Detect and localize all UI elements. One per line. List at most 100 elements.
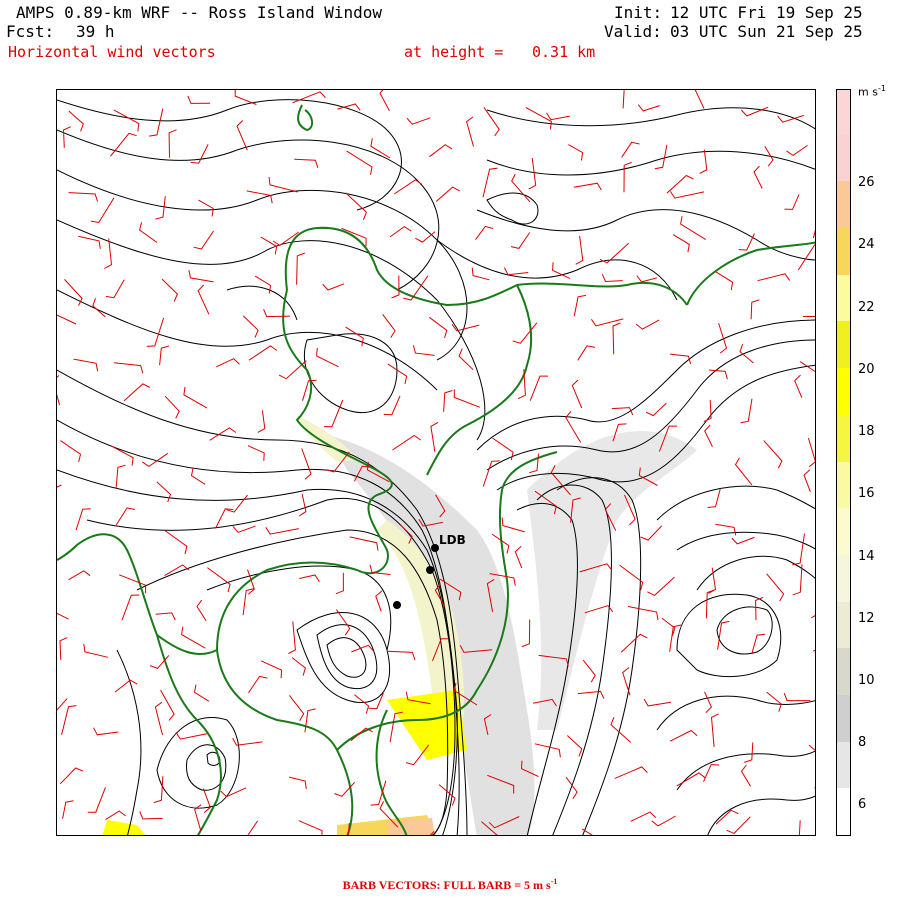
wind-barb — [188, 269, 214, 283]
wind-barb — [335, 609, 351, 636]
wind-barb — [294, 158, 319, 168]
wind-barb — [794, 374, 803, 398]
wind-barb — [187, 95, 211, 104]
wind-barb — [155, 612, 176, 621]
wind-barb — [704, 691, 712, 714]
colorbar-segment — [837, 461, 850, 509]
wind-barb — [164, 564, 190, 577]
wind-barb — [288, 621, 296, 655]
wind-barb — [196, 599, 207, 622]
wind-barb — [60, 440, 82, 463]
wind-barb — [738, 233, 755, 251]
wind-barb — [345, 192, 367, 220]
wind-barb — [382, 313, 396, 338]
wind-barb — [299, 574, 320, 582]
wind-barb — [482, 167, 498, 198]
wind-barb — [78, 235, 101, 249]
wind-barb — [807, 437, 815, 467]
wind-barb — [350, 727, 374, 742]
wind-barb — [601, 273, 623, 283]
wind-barb — [637, 104, 660, 112]
wind-barb — [577, 690, 605, 699]
wind-barb — [740, 764, 751, 787]
wind-barb — [784, 194, 800, 210]
wind-barb — [316, 347, 339, 368]
barb-legend: BARB VECTORS: FULL BARB = 5 m s-1 — [342, 877, 558, 892]
wind-barb — [149, 108, 164, 137]
wind-barb — [623, 161, 632, 193]
wind-barb — [797, 244, 815, 271]
wind-barb — [260, 660, 283, 679]
wind-barb — [105, 810, 126, 821]
station-marker-ldb[interactable] — [431, 544, 439, 552]
colorbar-tick-label: 8 — [858, 735, 867, 750]
wind-barb — [705, 589, 715, 619]
station-label-ldb: LDB — [439, 533, 466, 547]
wind-barb — [242, 315, 259, 338]
colorbar-segment — [837, 601, 850, 649]
colorbar-tick-label: 6 — [858, 797, 867, 812]
wind-barb — [694, 90, 705, 109]
wind-barb — [529, 453, 539, 474]
wind-barb — [808, 744, 815, 751]
wind-barb — [59, 637, 68, 660]
wind-barb — [193, 230, 215, 250]
wind-barb — [289, 695, 305, 721]
wind-barb — [278, 360, 307, 380]
wind-barb — [337, 103, 361, 111]
map-canvas: LDB — [57, 90, 815, 835]
colorbar-tick-label: 24 — [858, 237, 875, 252]
wind-barb — [155, 196, 166, 220]
wind-barb — [160, 689, 175, 721]
wind-barb — [582, 659, 596, 683]
wind-barb — [566, 735, 583, 757]
wind-barb — [744, 742, 754, 763]
wind-barb — [113, 109, 140, 132]
wind-barb — [146, 317, 165, 347]
colorbar-tick-label: 22 — [858, 300, 875, 315]
wind-barb — [197, 284, 210, 315]
wind-barb — [298, 493, 307, 517]
wind-barb — [783, 693, 811, 702]
wind-barb — [503, 267, 529, 276]
wind-barb — [621, 141, 640, 158]
wind-barb — [383, 395, 401, 416]
wind-barb — [703, 764, 720, 782]
colorbar-segment — [837, 134, 850, 182]
wind-barb — [627, 606, 659, 620]
wind-barb — [62, 800, 74, 819]
field-name: Horizontal wind vectors — [8, 43, 216, 61]
wind-barb — [647, 576, 675, 597]
wind-barb — [643, 698, 672, 707]
colorbar-unit: m s-1 — [858, 84, 886, 99]
wind-barb — [412, 345, 435, 356]
wind-barb — [247, 445, 265, 461]
wind-barb — [181, 626, 206, 649]
wind-barb — [654, 144, 668, 170]
wind-barb — [590, 318, 624, 327]
wind-barb — [248, 345, 278, 361]
wind-barb — [379, 90, 390, 112]
wind-barb — [183, 386, 208, 409]
station-marker[interactable] — [426, 566, 434, 574]
wind-barb — [90, 197, 115, 224]
wind-barb — [62, 126, 72, 148]
wind-barb — [577, 345, 595, 361]
wind-barb — [529, 375, 548, 401]
colorbar — [836, 89, 851, 836]
wind-barb — [669, 729, 698, 742]
wind-barb — [799, 361, 815, 373]
wind-barb — [164, 395, 180, 419]
wind-barb — [57, 375, 61, 406]
wind-barb — [57, 314, 77, 325]
wind-barb — [83, 643, 109, 658]
colorbar-tick-label: 10 — [858, 673, 875, 688]
station-marker[interactable] — [393, 601, 401, 609]
wind-barb — [153, 776, 164, 804]
wind-barb — [704, 424, 713, 447]
wind-barb — [202, 788, 211, 813]
wind-barb — [680, 216, 706, 241]
wind-barb — [753, 165, 763, 189]
wind-barb — [115, 507, 136, 526]
height-value: 0.31 km — [532, 43, 596, 61]
